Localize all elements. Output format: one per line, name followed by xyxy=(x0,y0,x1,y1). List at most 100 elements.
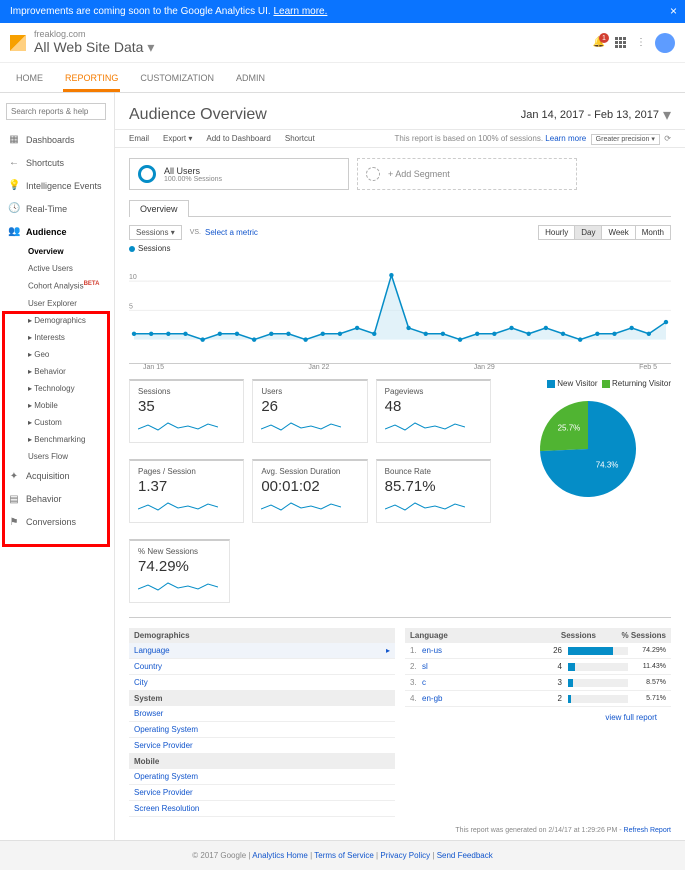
tab-home[interactable]: HOME xyxy=(14,67,45,92)
shortcuts-icon: ← xyxy=(8,157,20,168)
svg-text:10: 10 xyxy=(129,274,137,281)
search-input[interactable] xyxy=(6,103,106,120)
btn-hourly[interactable]: Hourly xyxy=(538,225,575,240)
sessions-chart[interactable]: 510 xyxy=(115,257,685,363)
metric-card[interactable]: Sessions 35 xyxy=(129,379,244,443)
behavior-icon: ▤ xyxy=(8,494,20,505)
sidebar-item-conversions[interactable]: ⚑Conversions xyxy=(0,511,114,534)
add-segment[interactable]: + Add Segment xyxy=(357,158,577,190)
dim-country[interactable]: Country xyxy=(129,659,395,675)
chevron-icon[interactable]: ⟳ xyxy=(664,134,671,143)
notifications-icon[interactable]: 🔔1 xyxy=(593,37,605,48)
dim-os[interactable]: Operating System xyxy=(129,722,395,738)
tab-reporting[interactable]: REPORTING xyxy=(63,67,120,92)
metric-card[interactable]: Pages / Session 1.37 xyxy=(129,459,244,523)
footer-link[interactable]: Send Feedback xyxy=(437,851,493,860)
metric-card[interactable]: Users 26 xyxy=(252,379,367,443)
ga-logo-icon[interactable] xyxy=(10,35,26,51)
metric-label: Bounce Rate xyxy=(385,467,482,476)
segment-label: All Users xyxy=(164,166,222,176)
sidebar-item-shortcuts[interactable]: ←Shortcuts xyxy=(0,151,114,174)
sub-interests[interactable]: ▸ Interests xyxy=(0,329,114,346)
sidebar-item-realtime[interactable]: 🕓Real-Time xyxy=(0,197,114,220)
tab-customization[interactable]: CUSTOMIZATION xyxy=(138,67,216,92)
table-row[interactable]: 3.c 3 8.57% xyxy=(405,675,671,691)
sidebar-item-intelligence[interactable]: 💡Intelligence Events xyxy=(0,174,114,197)
date-range[interactable]: Jan 14, 2017 - Feb 13, 2017 xyxy=(521,109,659,121)
metric-select[interactable]: Sessions ▾ xyxy=(129,225,182,240)
dashboards-icon: ▦ xyxy=(8,134,20,145)
footer-link[interactable]: Analytics Home xyxy=(252,851,308,860)
sampling-text: This report is based on 100% of sessions… xyxy=(395,134,544,143)
flag-icon: ⚑ xyxy=(8,517,20,528)
sub-mobile[interactable]: ▸ Mobile xyxy=(0,397,114,414)
metric-value: 74.29% xyxy=(138,558,221,575)
metric-label: % New Sessions xyxy=(138,547,221,556)
btn-day[interactable]: Day xyxy=(574,225,602,240)
metric-card[interactable]: Pageviews 48 xyxy=(376,379,491,443)
table-row[interactable]: 4.en-gb 2 5.71% xyxy=(405,691,671,707)
shortcut-button[interactable]: Shortcut xyxy=(285,134,315,143)
banner-learn-more[interactable]: Learn more. xyxy=(273,6,327,17)
dim-mob-sp[interactable]: Service Provider xyxy=(129,785,395,801)
sub-user-explorer[interactable]: User Explorer xyxy=(0,295,114,312)
dot-icon xyxy=(129,246,135,252)
circle-icon xyxy=(138,165,156,183)
view-full-report[interactable]: view full report xyxy=(605,713,657,722)
precision-select[interactable]: Greater precision ▾ xyxy=(591,134,660,145)
close-icon[interactable]: × xyxy=(670,4,677,18)
apps-icon[interactable] xyxy=(615,37,626,48)
sub-geo[interactable]: ▸ Geo xyxy=(0,346,114,363)
table-row[interactable]: 1.en-us 26 74.29% xyxy=(405,643,671,659)
dim-mob-os[interactable]: Operating System xyxy=(129,769,395,785)
svg-text:25.7%: 25.7% xyxy=(558,424,581,433)
sub-behavior[interactable]: ▸ Behavior xyxy=(0,363,114,380)
segment-all-users[interactable]: All Users100.00% Sessions xyxy=(129,158,349,190)
email-button[interactable]: Email xyxy=(129,134,149,143)
sub-cohort[interactable]: Cohort AnalysisBETA xyxy=(0,277,114,295)
sub-benchmarking[interactable]: ▸ Benchmarking xyxy=(0,431,114,448)
vs-label: VS. xyxy=(190,229,201,236)
avatar[interactable] xyxy=(655,33,675,53)
dim-city[interactable]: City xyxy=(129,675,395,691)
language-table: Language Sessions % Sessions 1.en-us 26 … xyxy=(405,628,671,817)
learn-more-link[interactable]: Learn more xyxy=(545,134,586,143)
sub-custom[interactable]: ▸ Custom xyxy=(0,414,114,431)
sidebar-item-acquisition[interactable]: ✦Acquisition xyxy=(0,465,114,488)
export-button[interactable]: Export ▾ xyxy=(163,134,192,143)
metric-card[interactable]: Bounce Rate 85.71% xyxy=(376,459,491,523)
segment-sub: 100.00% Sessions xyxy=(164,176,222,183)
metric-card[interactable]: % New Sessions 74.29% xyxy=(129,539,230,603)
table-row[interactable]: 2.sl 4 11.43% xyxy=(405,659,671,675)
sub-demographics[interactable]: ▸ Demographics xyxy=(0,312,114,329)
sidebar-item-dashboards[interactable]: ▦Dashboards xyxy=(0,128,114,151)
btn-month[interactable]: Month xyxy=(635,225,671,240)
tab-admin[interactable]: ADMIN xyxy=(234,67,267,92)
dim-language[interactable]: Language▸ xyxy=(129,643,395,659)
add-dashboard-button[interactable]: Add to Dashboard xyxy=(206,134,271,143)
menu-icon[interactable]: ⋮ xyxy=(636,37,645,48)
btn-week[interactable]: Week xyxy=(601,225,635,240)
visitor-pie-chart[interactable]: 25.7%74.3% xyxy=(523,394,653,504)
account-selector[interactable]: freaklog.com All Web Site Data ▾ xyxy=(34,29,154,56)
select-metric[interactable]: Select a metric xyxy=(205,228,258,237)
tab-overview[interactable]: Overview xyxy=(129,200,189,217)
dim-mob-res[interactable]: Screen Resolution xyxy=(129,801,395,817)
footer-link[interactable]: Privacy Policy xyxy=(380,851,430,860)
sub-technology[interactable]: ▸ Technology xyxy=(0,380,114,397)
sub-active-users[interactable]: Active Users xyxy=(0,260,114,277)
dim-browser[interactable]: Browser xyxy=(129,706,395,722)
chevron-down-icon[interactable]: ▾ xyxy=(663,105,671,125)
sidebar-item-behavior[interactable]: ▤Behavior xyxy=(0,488,114,511)
metric-label: Pageviews xyxy=(385,387,482,396)
sub-overview[interactable]: Overview xyxy=(0,243,114,260)
footer-link[interactable]: Terms of Service xyxy=(314,851,374,860)
metric-label: Avg. Session Duration xyxy=(261,467,358,476)
dim-sp[interactable]: Service Provider xyxy=(129,738,395,754)
refresh-report[interactable]: Refresh Report xyxy=(624,827,671,834)
metric-card[interactable]: Avg. Session Duration 00:01:02 xyxy=(252,459,367,523)
clock-icon: 🕓 xyxy=(8,203,20,214)
sidebar-item-audience[interactable]: 👥Audience xyxy=(0,220,114,243)
sub-users-flow[interactable]: Users Flow xyxy=(0,448,114,465)
report-generated: This report was generated on 2/14/17 at … xyxy=(455,827,617,834)
